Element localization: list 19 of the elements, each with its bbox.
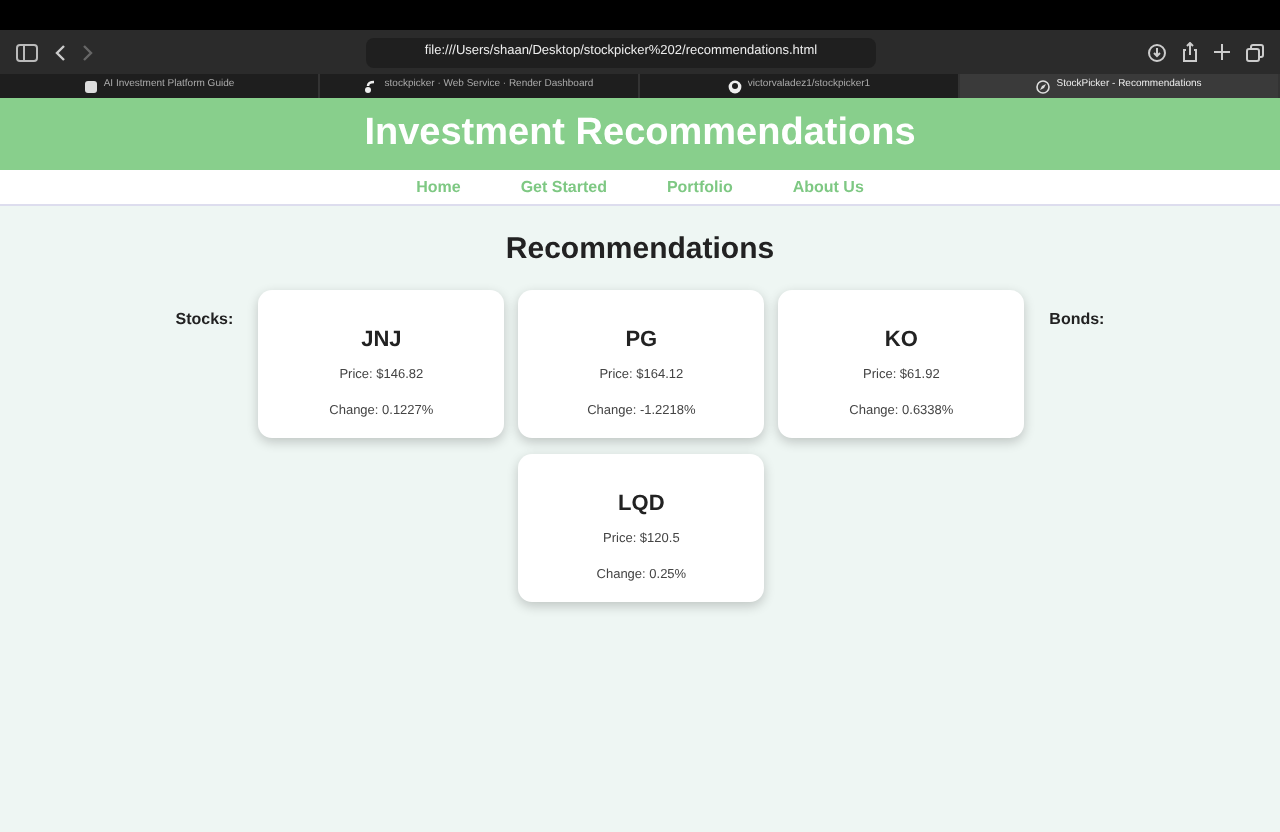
plus-icon[interactable] [1214,44,1230,60]
tabs-icon[interactable] [1246,43,1264,61]
ticker-symbol: PG [625,325,658,355]
back-icon[interactable] [54,43,66,61]
forward-icon[interactable] [82,43,94,61]
stocks-label: Stocks: [175,307,234,331]
download-icon[interactable] [1148,43,1166,61]
sidebar-icon[interactable] [16,43,38,61]
ticker-symbol: KO [884,325,918,355]
tab-icon [83,79,98,93]
ticker-symbol: JNJ [361,325,402,355]
tab-icon [727,79,742,93]
bonds-label: Bonds: [1049,307,1105,331]
tab-icon [1036,79,1051,93]
ticker-symbol: LQD [618,489,665,519]
tab-icon [364,79,379,93]
section-heading: Recommendations [503,230,777,270]
page-title: Investment Recommendations [364,111,916,157]
share-icon[interactable] [1182,42,1198,62]
